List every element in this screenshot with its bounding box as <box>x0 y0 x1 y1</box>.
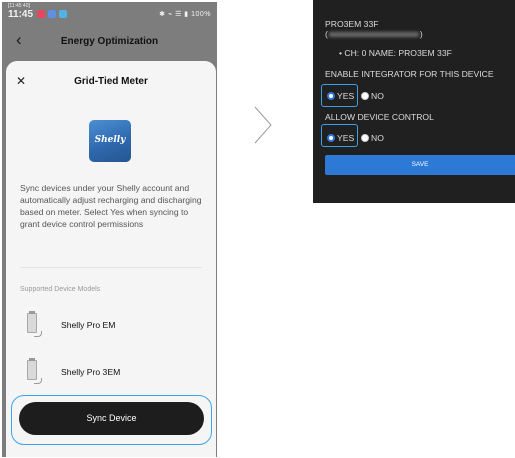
no-label: NO <box>371 133 384 143</box>
device-item-pro-em: Shelly Pro EM <box>20 307 200 343</box>
save-button[interactable]: SAVE <box>325 155 515 175</box>
din-meter-icon <box>24 358 42 384</box>
device-item-pro-3em: Shelly Pro 3EM <box>20 354 200 390</box>
channel-line: • CH: 0 NAME: PRO3EM 33F <box>339 48 452 58</box>
nav-bar: ‹ Energy Optimization <box>2 28 217 54</box>
din-meter-icon <box>24 311 42 337</box>
notification-icon <box>59 10 67 18</box>
supported-models-label: Supported Device Models <box>20 286 101 293</box>
device-id-close: ) <box>419 29 423 39</box>
sync-device-button[interactable]: Sync Device <box>19 402 204 435</box>
sheet-description: Sync devices under your Shelly account a… <box>20 183 202 229</box>
integrator-no-radio[interactable]: NO <box>361 91 384 101</box>
yes-label: YES <box>337 91 355 101</box>
sheet-title: Grid-Tied Meter <box>74 76 148 87</box>
radio-checked-icon <box>327 92 335 100</box>
device-id-open: ( <box>325 29 328 39</box>
notification-icon <box>48 10 56 18</box>
yes-label: YES <box>337 133 355 143</box>
system-icons: ✱ ⌁ ☰ ▮ 100% <box>159 11 211 18</box>
radio-checked-icon <box>327 134 335 142</box>
redacted-id <box>328 32 419 38</box>
logo-text: Shelly <box>94 135 126 145</box>
notification-icons <box>37 10 67 18</box>
radio-unchecked-icon <box>361 92 369 100</box>
device-id: () <box>325 29 423 39</box>
no-label: NO <box>371 91 384 101</box>
status-time: 11:45 <box>8 9 34 20</box>
device-settings-panel: PRO3EM 33F () • CH: 0 NAME: PRO3EM 33F E… <box>313 0 515 203</box>
device-label: Shelly Pro EM <box>61 320 116 330</box>
integrator-label: ENABLE INTEGRATOR FOR THIS DEVICE <box>325 69 494 79</box>
divider <box>20 267 202 268</box>
radio-unchecked-icon <box>361 134 369 142</box>
integrator-yes-radio[interactable]: YES <box>327 91 354 101</box>
shelly-logo: Shelly <box>89 120 131 162</box>
control-yes-radio[interactable]: YES <box>327 133 354 143</box>
device-label: Shelly Pro 3EM <box>61 367 121 377</box>
notification-icon <box>37 10 45 18</box>
device-control-label: ALLOW DEVICE CONTROL <box>325 112 434 122</box>
status-bar: [11:45 40] 11:45 ✱ ⌁ ☰ ▮ 100% <box>2 2 217 26</box>
phone-screenshot: [11:45 40] 11:45 ✱ ⌁ ☰ ▮ 100% ‹ Energy O… <box>2 2 217 457</box>
page-title: Energy Optimization <box>60 36 159 47</box>
chevron-right-icon <box>254 106 272 144</box>
device-name: PRO3EM 33F <box>325 19 379 29</box>
control-no-radio[interactable]: NO <box>361 133 384 143</box>
